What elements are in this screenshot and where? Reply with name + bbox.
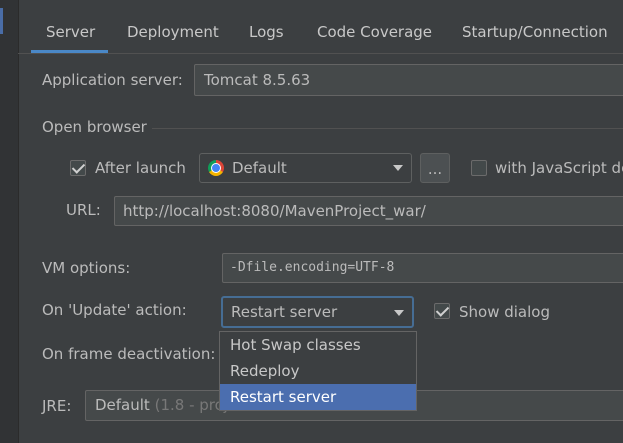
tab-startup-connection[interactable]: Startup/Connection — [462, 14, 608, 50]
show-dialog-label: Show dialog — [459, 303, 550, 321]
chrome-icon — [208, 160, 224, 176]
active-indicator — [0, 8, 3, 34]
with-javascript-debugger-label: with JavaScript de — [495, 159, 623, 177]
url-field[interactable]: http://localhost:8080/MavenProject_war/ — [114, 196, 623, 226]
tab-server[interactable]: Server — [46, 14, 95, 50]
after-launch-checkbox[interactable] — [70, 160, 86, 176]
vm-options-field[interactable]: -Dfile.encoding=UTF-8 — [222, 253, 623, 283]
update-action-dropdown: Hot Swap classes Redeploy Restart server — [219, 331, 417, 411]
chevron-down-icon — [393, 165, 403, 171]
dropdown-option-hot-swap-classes[interactable]: Hot Swap classes — [220, 332, 416, 358]
show-dialog-checkbox[interactable] — [434, 303, 450, 319]
browser-select[interactable]: Default — [199, 153, 412, 183]
after-launch-label: After launch — [95, 159, 186, 177]
left-tool-strip — [0, 0, 19, 443]
application-server-select[interactable]: Tomcat 8.5.63 — [194, 64, 623, 96]
url-label: URL: — [66, 201, 101, 219]
open-browser-separator — [152, 128, 623, 129]
tabs-divider — [18, 53, 623, 54]
on-update-action-value: Restart server — [231, 303, 338, 321]
jre-label: JRE: — [42, 397, 72, 415]
open-browser-header: Open browser — [42, 118, 147, 136]
application-server-label: Application server: — [42, 71, 183, 89]
on-frame-deactivation-label: On frame deactivation: — [42, 345, 216, 363]
tab-logs[interactable]: Logs — [249, 14, 284, 50]
on-update-action-label: On 'Update' action: — [42, 301, 187, 319]
jre-hint: (1.8 - proj — [154, 396, 228, 414]
with-javascript-debugger-checkbox[interactable] — [471, 160, 487, 176]
tab-deployment[interactable]: Deployment — [127, 14, 219, 50]
chevron-down-icon — [394, 310, 404, 316]
vm-options-label: VM options: — [42, 259, 131, 277]
on-update-action-select[interactable]: Restart server — [221, 296, 414, 328]
dropdown-option-restart-server[interactable]: Restart server — [220, 384, 416, 410]
browse-browser-button[interactable]: ... — [420, 153, 450, 183]
dropdown-option-redeploy[interactable]: Redeploy — [220, 358, 416, 384]
jre-value: Default — [95, 396, 150, 414]
browser-select-value: Default — [232, 159, 287, 177]
tab-code-coverage[interactable]: Code Coverage — [317, 14, 432, 50]
